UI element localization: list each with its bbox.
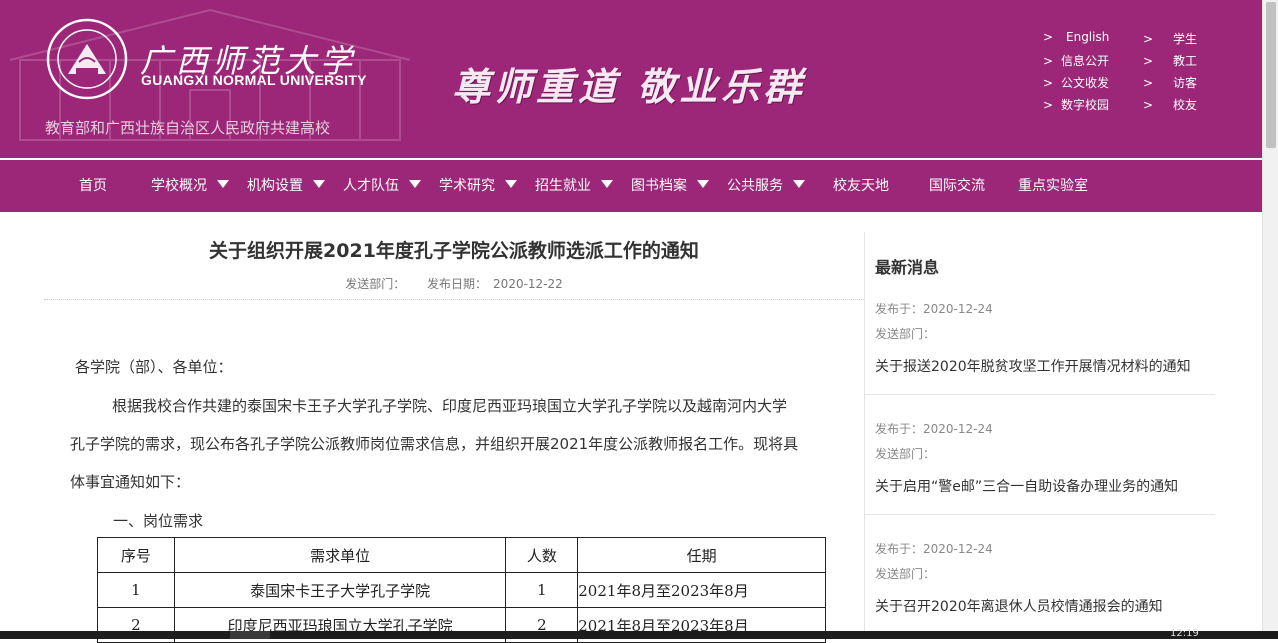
taskbar-button[interactable] — [230, 631, 270, 639]
chevron-right-icon: > — [1143, 98, 1154, 112]
news-separator — [865, 394, 1215, 395]
caret-down-icon — [505, 180, 517, 188]
sidebar-divider — [864, 232, 865, 639]
publish-date: 2020-12-22 — [493, 277, 563, 291]
caret-down-icon — [409, 180, 421, 188]
chevron-right-icon: > — [1143, 32, 1154, 46]
column-header: 人数 — [505, 537, 579, 573]
news-title-link[interactable]: 关于报送2020年脱贫攻坚工作开展情况材料的通知 — [875, 356, 1191, 376]
nav-home[interactable]: 首页 — [79, 160, 107, 212]
school-motto: 尊师重道 敬业乐群 — [452, 64, 806, 109]
date-label: 发布日期： 2020-12-22 — [427, 277, 563, 291]
table-cell: 2021年8月至2023年8月 — [577, 572, 826, 608]
article-meta: 发送部门： 发布日期： 2020-12-22 — [44, 275, 864, 292]
university-name-en[interactable]: GUANGXI NORMAL UNIVERSITY — [141, 72, 367, 88]
column-header: 序号 — [97, 537, 175, 573]
chevron-right-icon: > — [1043, 76, 1054, 90]
column-header: 任期 — [577, 537, 826, 573]
news-date: 发布于：2020-12-24 — [875, 422, 993, 436]
chevron-right-icon: > — [1043, 30, 1054, 44]
body-line-1: 根据我校合作共建的泰国宋卡王子大学孔子学院、印度尼西亚玛琅国立大学孔子学院以及越… — [112, 397, 788, 415]
dept-label: 发送部门： — [345, 277, 406, 291]
latest-news-title: 最新消息 — [875, 258, 940, 277]
quick-link-english[interactable]: > English — [1043, 30, 1109, 44]
position-requirements-table: 序号 需求单位 人数 任期 1 泰国宋卡王子大学孔子学院 1 2021年8月至2… — [97, 537, 826, 643]
column-header: 需求单位 — [173, 537, 507, 573]
nav-key-labs[interactable]: 重点实验室 — [1018, 160, 1088, 212]
nav-faculty[interactable]: 人才队伍 — [343, 160, 421, 212]
taskbar-clock: 12:19 — [1170, 628, 1199, 639]
table-row: 1 泰国宋卡王子大学孔子学院 1 2021年8月至2023年8月 — [97, 572, 826, 608]
nav-research[interactable]: 学术研究 — [439, 160, 517, 212]
news-separator — [865, 514, 1215, 515]
news-dept: 发送部门： — [875, 567, 936, 581]
chevron-right-icon: > — [1143, 76, 1154, 90]
scrollbar-thumb[interactable] — [1266, 2, 1276, 148]
quick-link-documents[interactable]: > 公文收发 — [1043, 74, 1109, 91]
section-heading: 一、岗位需求 — [113, 512, 204, 530]
caret-down-icon — [601, 180, 613, 188]
header-subtitle: 教育部和广西壮族自治区人民政府共建高校 — [45, 119, 331, 137]
quick-link-visitors[interactable]: > 访客 — [1143, 74, 1197, 91]
body-line-3: 体事宜通知如下： — [70, 473, 191, 491]
chevron-right-icon: > — [1143, 54, 1154, 68]
nav-library[interactable]: 图书档案 — [631, 160, 709, 212]
nav-international[interactable]: 国际交流 — [929, 160, 985, 212]
taskbar: 12:19 — [0, 628, 1278, 639]
vertical-scrollbar[interactable] — [1262, 0, 1278, 639]
salutation: 各学院（部）、各单位： — [75, 358, 233, 376]
news-dept: 发送部门： — [875, 447, 936, 461]
quick-link-staff[interactable]: > 教工 — [1143, 52, 1197, 69]
news-date: 发布于：2020-12-24 — [875, 542, 993, 556]
title-divider — [44, 299, 864, 300]
quick-link-digital-campus[interactable]: > 数字校园 — [1043, 96, 1109, 113]
quick-link-info-disclosure[interactable]: > 信息公开 — [1043, 52, 1109, 69]
caret-down-icon — [313, 180, 325, 188]
nav-admissions[interactable]: 招生就业 — [535, 160, 613, 212]
nav-alumni[interactable]: 校友天地 — [833, 160, 889, 212]
caret-down-icon — [217, 180, 229, 188]
quick-link-alumni[interactable]: > 校友 — [1143, 96, 1197, 113]
chevron-right-icon: > — [1043, 98, 1054, 112]
university-seal-icon[interactable] — [46, 18, 128, 100]
site-header: 广西师范大学 GUANGXI NORMAL UNIVERSITY 教育部和广西壮… — [0, 0, 1262, 158]
news-title-link[interactable]: 关于启用“警e邮”三合一自助设备办理业务的通知 — [875, 476, 1178, 496]
table-cell: 1 — [97, 572, 175, 608]
nav-organization[interactable]: 机构设置 — [247, 160, 325, 212]
news-date: 发布于：2020-12-24 — [875, 302, 993, 316]
main-nav: 首页 学校概况 机构设置 人才队伍 学术研究 招生就业 图书档案 公共服务 校友… — [0, 160, 1262, 212]
news-dept: 发送部门： — [875, 327, 936, 341]
caret-down-icon — [793, 180, 805, 188]
news-title-link[interactable]: 关于召开2020年离退休人员校情通报会的通知 — [875, 596, 1163, 616]
body-line-2: 孔子学院的需求，现公布各孔子学院公派教师岗位需求信息，并组织开展2021年度公派… — [70, 435, 799, 453]
nav-about[interactable]: 学校概况 — [151, 160, 229, 212]
quick-link-students[interactable]: > 学生 — [1143, 30, 1197, 47]
chevron-right-icon: > — [1043, 54, 1054, 68]
nav-public-services[interactable]: 公共服务 — [727, 160, 805, 212]
article-title: 关于组织开展2021年度孔子学院公派教师选派工作的通知 — [209, 240, 699, 262]
table-header-row: 序号 需求单位 人数 任期 — [97, 537, 826, 573]
table-cell: 1 — [505, 572, 579, 608]
table-cell: 泰国宋卡王子大学孔子学院 — [173, 572, 507, 608]
caret-down-icon — [697, 180, 709, 188]
